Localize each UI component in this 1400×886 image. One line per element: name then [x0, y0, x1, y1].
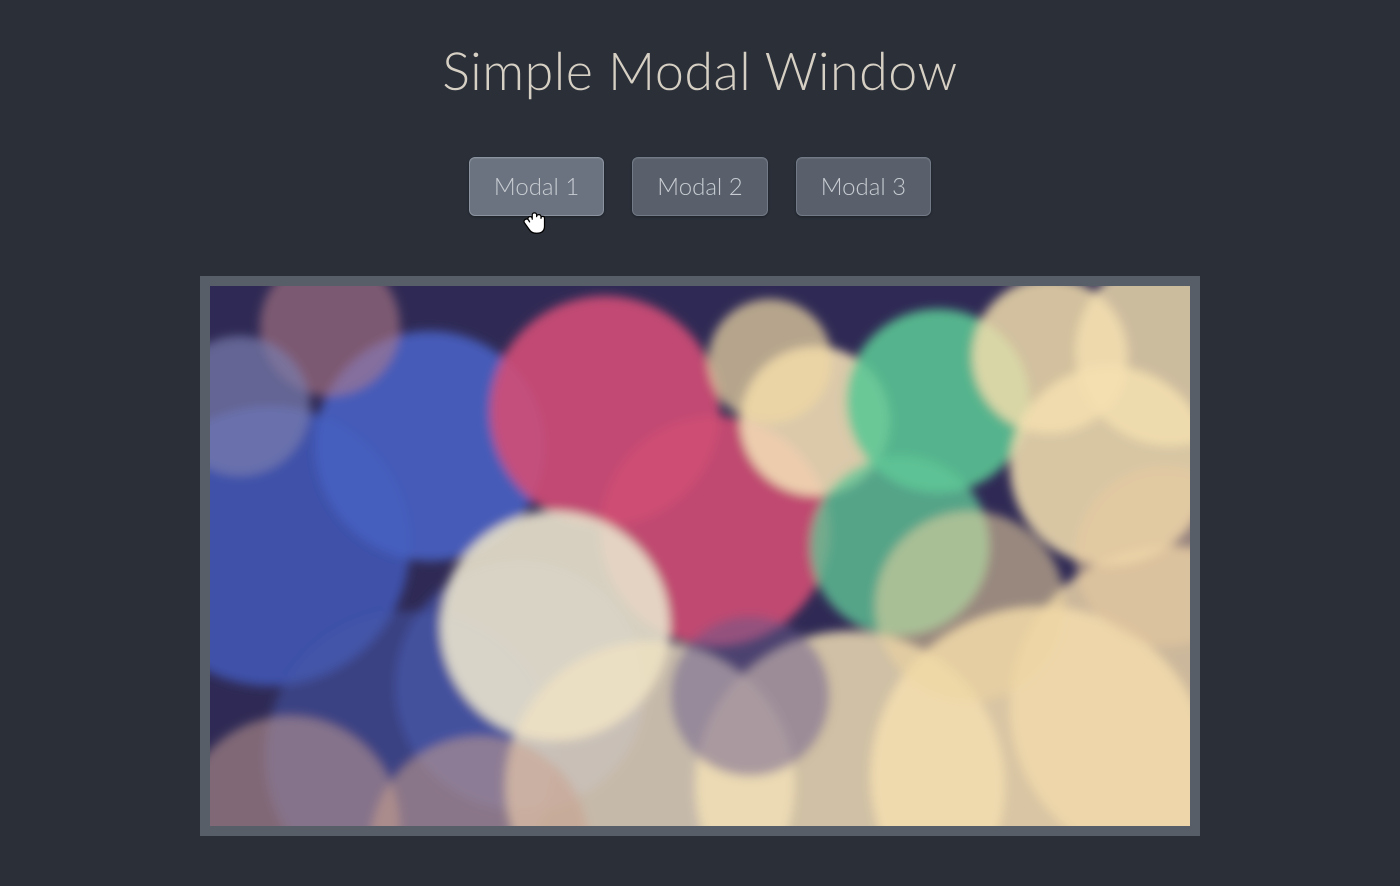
bokeh-image — [210, 286, 1190, 826]
page-title: Simple Modal Window — [442, 40, 958, 102]
hero-image-panel — [200, 276, 1200, 836]
modal-3-button[interactable]: Modal 3 — [796, 157, 931, 216]
button-row: Modal 1 Modal 2 Modal 3 — [469, 157, 931, 216]
modal-2-button[interactable]: Modal 2 — [632, 157, 767, 216]
modal-1-button[interactable]: Modal 1 — [469, 157, 604, 216]
